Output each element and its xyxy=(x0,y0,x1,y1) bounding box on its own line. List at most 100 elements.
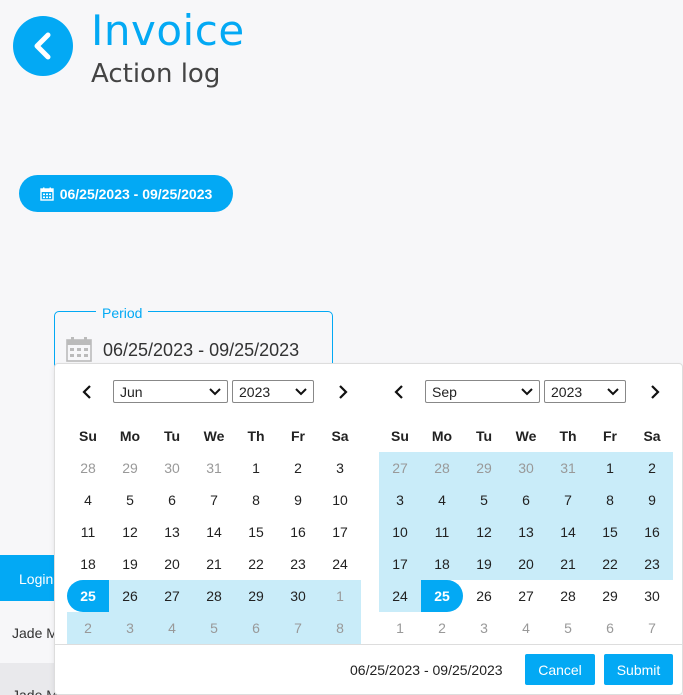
calendar-day[interactable]: 17 xyxy=(379,548,421,580)
calendar-day[interactable]: 22 xyxy=(589,548,631,580)
calendar-day[interactable]: 2 xyxy=(277,452,319,484)
calendar-day[interactable]: 28 xyxy=(67,452,109,484)
calendar-day[interactable]: 22 xyxy=(235,548,277,580)
calendar-day[interactable]: 11 xyxy=(421,516,463,548)
calendar-day[interactable]: 19 xyxy=(109,548,151,580)
table-header-login[interactable]: Login xyxy=(0,555,60,601)
calendar-day[interactable]: 31 xyxy=(547,452,589,484)
calendar-day[interactable]: 5 xyxy=(109,484,151,516)
calendar-day[interactable]: 1 xyxy=(319,580,361,612)
calendar-day[interactable]: 18 xyxy=(67,548,109,580)
calendar-day[interactable]: 15 xyxy=(235,516,277,548)
calendar-day[interactable]: 8 xyxy=(319,612,361,644)
calendar-day[interactable]: 17 xyxy=(319,516,361,548)
calendar-day[interactable]: 20 xyxy=(505,548,547,580)
calendar-day[interactable]: 2 xyxy=(631,452,673,484)
calendar-day[interactable]: 6 xyxy=(505,484,547,516)
calendar-day[interactable]: 25 xyxy=(421,580,463,612)
calendar-day[interactable]: 1 xyxy=(235,452,277,484)
calendar-day[interactable]: 16 xyxy=(277,516,319,548)
calendar-day[interactable]: 8 xyxy=(235,484,277,516)
calendar-day[interactable]: 26 xyxy=(463,580,505,612)
calendar-day[interactable]: 6 xyxy=(589,612,631,644)
calendar-day[interactable]: 12 xyxy=(463,516,505,548)
calendar-day[interactable]: 31 xyxy=(193,452,235,484)
calendar-day[interactable]: 4 xyxy=(151,612,193,644)
calendar-day[interactable]: 29 xyxy=(463,452,505,484)
submit-button[interactable]: Submit xyxy=(604,654,673,685)
calendar-day[interactable]: 4 xyxy=(67,484,109,516)
calendar-day[interactable]: 28 xyxy=(547,580,589,612)
calendar-day[interactable]: 15 xyxy=(589,516,631,548)
calendar-day[interactable]: 7 xyxy=(193,484,235,516)
calendar-day[interactable]: 30 xyxy=(505,452,547,484)
calendar-day[interactable]: 27 xyxy=(505,580,547,612)
calendar-day[interactable]: 28 xyxy=(421,452,463,484)
calendar-day[interactable]: 5 xyxy=(193,612,235,644)
calendar-day[interactable]: 13 xyxy=(151,516,193,548)
calendar-day[interactable]: 9 xyxy=(277,484,319,516)
next-month-button[interactable] xyxy=(645,380,665,404)
calendar-day[interactable]: 29 xyxy=(235,580,277,612)
calendar-day[interactable]: 1 xyxy=(589,452,631,484)
calendar-day[interactable]: 4 xyxy=(421,484,463,516)
table-row[interactable]: Jade M xyxy=(0,663,60,695)
calendar-day[interactable]: 3 xyxy=(109,612,151,644)
calendar-day[interactable]: 16 xyxy=(631,516,673,548)
calendar-day[interactable]: 20 xyxy=(151,548,193,580)
calendar-day[interactable]: 3 xyxy=(463,612,505,644)
calendar-day[interactable]: 30 xyxy=(277,580,319,612)
calendar-day[interactable]: 11 xyxy=(67,516,109,548)
calendar-day[interactable]: 3 xyxy=(379,484,421,516)
calendar-day[interactable]: 30 xyxy=(151,452,193,484)
calendar-day[interactable]: 2 xyxy=(421,612,463,644)
calendar-day[interactable]: 24 xyxy=(319,548,361,580)
calendar-day[interactable]: 29 xyxy=(589,580,631,612)
calendar-day[interactable]: 27 xyxy=(379,452,421,484)
calendar-day[interactable]: 23 xyxy=(631,548,673,580)
calendar-day[interactable]: 8 xyxy=(589,484,631,516)
calendar-day[interactable]: 26 xyxy=(109,580,151,612)
month-select-start[interactable]: Jun xyxy=(113,380,228,403)
calendar-day[interactable]: 5 xyxy=(547,612,589,644)
prev-month-button[interactable] xyxy=(77,380,97,404)
calendar-day[interactable]: 6 xyxy=(235,612,277,644)
calendar-day[interactable]: 12 xyxy=(109,516,151,548)
cancel-button[interactable]: Cancel xyxy=(525,654,595,685)
calendar-day[interactable]: 5 xyxy=(463,484,505,516)
calendar-day[interactable]: 23 xyxy=(277,548,319,580)
calendar-day[interactable]: 1 xyxy=(379,612,421,644)
calendar-day[interactable]: 28 xyxy=(193,580,235,612)
calendar-day[interactable]: 21 xyxy=(193,548,235,580)
prev-month-button[interactable] xyxy=(389,380,409,404)
weekday-header: Tu xyxy=(163,428,181,444)
calendar-day[interactable]: 10 xyxy=(319,484,361,516)
calendar-day[interactable]: 2 xyxy=(67,612,109,644)
year-select-start[interactable]: 2023 xyxy=(232,380,314,403)
calendar-day[interactable]: 21 xyxy=(547,548,589,580)
calendar-day[interactable]: 3 xyxy=(319,452,361,484)
next-month-button[interactable] xyxy=(333,380,353,404)
calendar-day[interactable]: 10 xyxy=(379,516,421,548)
table-row[interactable]: Jade M xyxy=(0,601,60,663)
year-select-end[interactable]: 2023 xyxy=(544,380,626,403)
calendar-day[interactable]: 19 xyxy=(463,548,505,580)
calendar-day[interactable]: 4 xyxy=(505,612,547,644)
calendar-day[interactable]: 27 xyxy=(151,580,193,612)
calendar-day[interactable]: 18 xyxy=(421,548,463,580)
calendar-day[interactable]: 7 xyxy=(631,612,673,644)
calendar-day[interactable]: 13 xyxy=(505,516,547,548)
calendar-day[interactable]: 14 xyxy=(547,516,589,548)
calendar-day[interactable]: 9 xyxy=(631,484,673,516)
calendar-day[interactable]: 14 xyxy=(193,516,235,548)
calendar-day[interactable]: 6 xyxy=(151,484,193,516)
calendar-day[interactable]: 30 xyxy=(631,580,673,612)
calendar-day[interactable]: 7 xyxy=(277,612,319,644)
month-select-end[interactable]: Sep xyxy=(425,380,540,403)
calendar-day[interactable]: 25 xyxy=(67,580,109,612)
back-button[interactable] xyxy=(13,16,73,76)
calendar-day[interactable]: 7 xyxy=(547,484,589,516)
date-range-button[interactable]: 06/25/2023 - 09/25/2023 xyxy=(19,175,233,212)
calendar-day[interactable]: 29 xyxy=(109,452,151,484)
calendar-day[interactable]: 24 xyxy=(379,580,421,612)
